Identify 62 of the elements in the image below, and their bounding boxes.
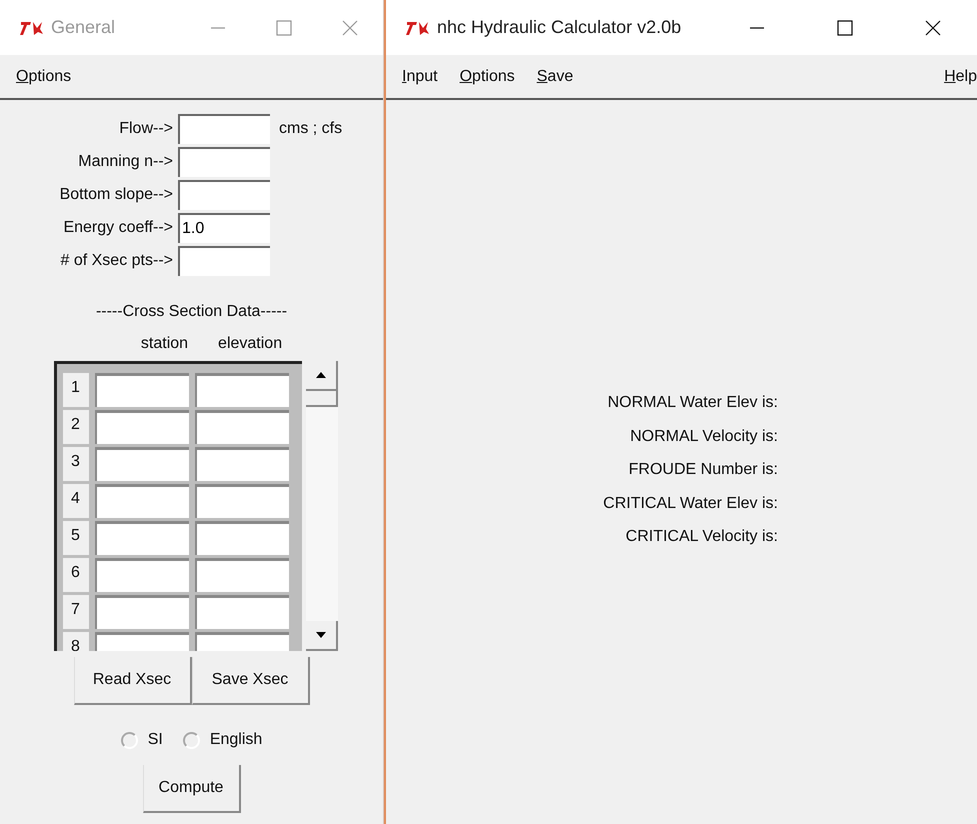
table-entry[interactable] bbox=[194, 446, 288, 480]
row-number: 5 bbox=[62, 520, 88, 554]
section-title: -----Cross Section Data----- bbox=[96, 303, 288, 321]
row-number: 7 bbox=[62, 594, 88, 628]
result-label: FROUDE Number is: bbox=[628, 460, 778, 480]
table-entry[interactable] bbox=[194, 520, 288, 554]
table-entry[interactable] bbox=[194, 558, 288, 592]
table-entry[interactable] bbox=[194, 484, 288, 518]
input-field[interactable] bbox=[178, 147, 270, 177]
result-label: CRITICAL Velocity is: bbox=[626, 527, 778, 547]
radio-button[interactable] bbox=[182, 732, 200, 748]
row-number: 2 bbox=[62, 410, 88, 444]
field-label: Energy coeff--> bbox=[62, 219, 173, 237]
field-label: # of Xsec pts--> bbox=[60, 252, 173, 270]
scroll-down-button[interactable] bbox=[306, 621, 338, 651]
menu-item[interactable]: Save bbox=[536, 68, 574, 86]
field-label: Bottom slope--> bbox=[58, 186, 173, 204]
table-entry[interactable] bbox=[194, 410, 288, 444]
table-entry[interactable] bbox=[94, 594, 188, 628]
result-label: NORMAL Water Elev is: bbox=[608, 393, 778, 413]
table-entry[interactable] bbox=[94, 372, 188, 406]
radio-label[interactable]: English bbox=[210, 731, 262, 749]
scroll-thumb[interactable] bbox=[306, 391, 338, 407]
table-entry[interactable] bbox=[94, 484, 188, 518]
column-header: station bbox=[140, 335, 188, 353]
row-number: 8 bbox=[62, 632, 88, 651]
xsec-button[interactable]: Save Xsec bbox=[192, 657, 310, 705]
window-title: General bbox=[51, 17, 116, 38]
table-entry[interactable] bbox=[94, 520, 188, 554]
menu-item[interactable]: Help bbox=[944, 68, 977, 86]
menu-item[interactable]: Options bbox=[16, 68, 72, 86]
row-number: 1 bbox=[62, 372, 88, 406]
scrollbar[interactable] bbox=[306, 361, 338, 651]
feather-logo-icon bbox=[20, 20, 44, 36]
table-entry[interactable] bbox=[194, 372, 288, 406]
result-label: CRITICAL Water Elev is: bbox=[603, 494, 778, 514]
unit-label: cms ; cfs bbox=[278, 120, 344, 138]
row-number: 3 bbox=[62, 446, 88, 480]
menu-item[interactable]: Input bbox=[402, 68, 438, 86]
compute-button[interactable]: Compute bbox=[142, 765, 240, 813]
down-arrow-icon bbox=[316, 632, 326, 638]
field-label: Manning n--> bbox=[77, 153, 173, 171]
input-field[interactable] bbox=[178, 246, 270, 276]
xsec-button[interactable]: Read Xsec bbox=[74, 657, 192, 705]
feather-logo-icon bbox=[406, 20, 430, 36]
table-entry[interactable] bbox=[94, 410, 188, 444]
row-number: 4 bbox=[62, 484, 88, 518]
row-number: 6 bbox=[62, 558, 88, 592]
input-field[interactable] bbox=[178, 114, 270, 144]
field-label: Flow--> bbox=[118, 120, 173, 138]
input-field[interactable]: 1.0 bbox=[178, 213, 270, 243]
result-label: NORMAL Velocity is: bbox=[630, 426, 778, 446]
table-entry[interactable] bbox=[94, 446, 188, 480]
up-arrow-icon bbox=[316, 372, 326, 378]
table-entry[interactable] bbox=[94, 558, 188, 592]
radio-label[interactable]: SI bbox=[148, 731, 163, 749]
menu-item[interactable]: Options bbox=[460, 68, 515, 86]
radio-button[interactable] bbox=[120, 732, 138, 748]
column-header: elevation bbox=[218, 335, 282, 353]
window-title: nhc Hydraulic Calculator v2.0b bbox=[437, 17, 682, 38]
table-entry[interactable] bbox=[194, 594, 288, 628]
input-field[interactable] bbox=[178, 180, 270, 210]
